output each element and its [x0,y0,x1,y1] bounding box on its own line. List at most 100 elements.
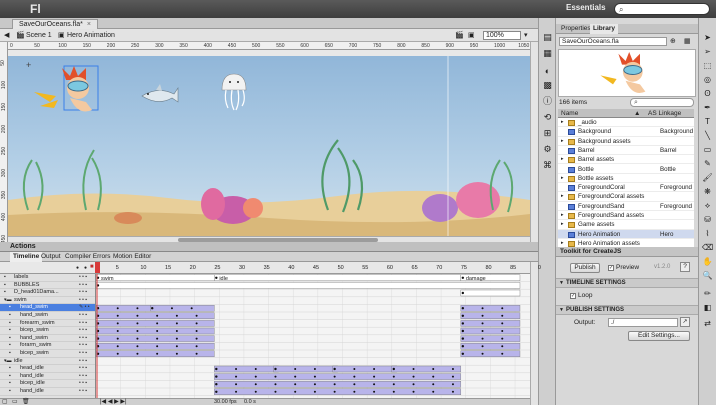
layer-row[interactable]: ▾▬ idle • • ▪ [0,358,95,366]
output-path-field[interactable]: ./ [608,318,678,327]
fill-color-icon[interactable]: ◧ [702,302,713,313]
publish-settings-section[interactable]: ▼ PUBLISH SETTINGS [556,305,698,315]
layer-row[interactable]: ▪ D_head01Dama... • • ▪ [0,289,95,297]
tab-motion-editor[interactable]: Motion Editor [110,252,154,262]
layer-toggles[interactable]: • • ▪ [79,312,87,320]
edit-settings-button[interactable]: Edit Settings... [628,331,690,341]
library-item[interactable]: ForegroundSand Foreground [558,202,694,211]
layer-row[interactable]: ▪ labels • • ▪ [0,274,95,282]
column-linkage[interactable]: AS Linkage [648,109,681,118]
library-search-input[interactable]: ⌕ [630,98,694,107]
library-item[interactable]: Barrel Barrel [558,146,694,156]
bone-tool-icon[interactable]: ⟡ [702,200,713,211]
new-layer-icon[interactable]: ▢ [2,398,8,405]
preview-checkbox[interactable]: ✓ [608,265,614,271]
sort-arrow-icon[interactable]: ▲ [634,109,640,118]
tab-properties[interactable]: Properties [558,24,594,34]
layer-row[interactable]: ▪ forearm_swim • • ▪ [0,320,95,328]
layer-row[interactable]: ▪ bicep_swim • • ▪ [0,327,95,335]
expand-arrow-icon[interactable]: ▸ [561,155,564,164]
expand-arrow-icon[interactable]: ▸ [561,211,564,220]
breadcrumb-scene[interactable]: Scene 1 [26,31,52,40]
help-search-input[interactable]: ⌕ [614,3,710,15]
browse-icon[interactable]: ↗ [680,317,690,327]
components-panel-icon[interactable]: ⚙ [542,144,553,155]
library-item[interactable]: ▸ ForegroundSand assets [558,211,694,221]
loop-checkbox[interactable]: ✓ [570,293,576,299]
layer-toggles[interactable]: • • ▪ [79,365,87,373]
code-snippets-icon[interactable]: ⌘ [542,160,553,171]
expand-arrow-icon[interactable]: ▸ [561,137,564,146]
playhead[interactable] [95,262,100,273]
layer-toggles[interactable]: • • ▪ [79,335,87,343]
pen-tool-icon[interactable]: ✒ [702,102,713,113]
library-item[interactable]: ▸ ForegroundCoral assets [558,192,694,202]
layer-toggles[interactable]: • • ▪ [79,342,87,350]
library-item[interactable]: ▸ Background assets [558,137,694,146]
library-item[interactable]: ForegroundCoral Foreground [558,183,694,193]
column-name[interactable]: Name [561,109,578,118]
selection-tool-icon[interactable]: ➤ [702,32,713,43]
library-item[interactable]: Background Background [558,127,694,137]
expand-arrow-icon[interactable]: ▸ [561,174,564,183]
outline-icon[interactable]: ■ [90,264,94,270]
stage-canvas[interactable]: + [8,50,530,236]
tab-output[interactable]: Output [38,252,64,262]
toolkit-panel-title[interactable]: Toolkit for CreateJS [556,247,698,257]
expand-arrow-icon[interactable]: ▸ [561,118,564,127]
eyedropper-tool-icon[interactable]: ⌇ [702,228,713,239]
tab-compiler-errors[interactable]: Compiler Errors [62,252,114,262]
playback-controls[interactable]: |◀ ◀ ▶ ▶| [100,398,127,405]
help-button[interactable]: ? [680,262,690,272]
publish-button[interactable]: Publish [570,263,600,273]
eye-icon[interactable]: ● [76,265,79,271]
layer-row[interactable]: ▾▬ swim • • ▪ [0,297,95,305]
rectangle-tool-icon[interactable]: ▭ [702,144,713,155]
pencil-tool-icon[interactable]: ✎ [702,158,713,169]
stage-vertical-scrollbar[interactable] [530,42,538,242]
layer-row[interactable]: ▪ hand_swim • • ▪ [0,312,95,320]
zoom-select[interactable]: 100% [483,31,521,40]
library-item[interactable]: ▸ Bottle assets [558,174,694,184]
library-item[interactable]: ▸ Game assets [558,220,694,230]
edit-scene-icon[interactable]: 🎬 [455,31,464,40]
timeline-frames-grid[interactable]: swim idle damage [96,274,530,398]
layer-row[interactable]: ▪ hand_swim • • ▪ [0,335,95,343]
layer-toggles[interactable]: • • ▪ [79,320,87,328]
align-panel-icon[interactable]: ⊞ [542,128,553,139]
layer-row[interactable]: ▪ hand_idle • • ▪ [0,373,95,381]
layer-toggles[interactable]: • • ▪ [79,297,87,305]
color-panel-icon[interactable]: ◐ [542,66,553,77]
tab-library[interactable]: Library [590,24,619,34]
layer-row[interactable]: ▪ head_idle • • ▪ [0,365,95,373]
new-library-icon[interactable]: ▦ [684,37,691,45]
layer-toggles[interactable]: • • ▪ [79,327,87,335]
layer-row[interactable]: ▪ forarm_swim • • ▪ [0,342,95,350]
paint-bucket-tool-icon[interactable]: ⛁ [702,214,713,225]
library-item[interactable]: ▸ _audio [558,118,694,128]
back-arrow-icon[interactable]: ◀ [4,31,9,40]
timeline-frame-header[interactable]: ● ● ■ 1510152025303540455055606570758085… [0,262,618,274]
breadcrumb-symbol[interactable]: Hero Animation [67,31,115,40]
deco-tool-icon[interactable]: ❋ [702,186,713,197]
layer-toggles[interactable]: • • ▪ [79,350,87,358]
expand-arrow-icon[interactable]: ▸ [561,192,564,201]
info-panel-icon[interactable]: ⓘ [542,96,553,107]
layer-row[interactable]: ▪ hand_idle • • ▪ [0,388,95,396]
hand-tool-icon[interactable]: ✋ [702,256,713,267]
new-folder-icon[interactable]: ▭ [12,398,18,405]
document-tab[interactable]: SaveOurOceans.fla* × [12,19,98,29]
layer-toggles[interactable]: • • ▪ [79,388,87,396]
swatches-panel-icon[interactable]: ▩ [542,80,553,91]
layer-toggles[interactable]: • • ▪ [79,380,87,388]
layer-toggles[interactable]: • • ▪ [79,289,87,297]
pin-icon[interactable]: ⊕ [670,37,676,45]
library-item[interactable]: Bottle Bottle [558,165,694,174]
layer-toggles[interactable]: • • ▪ [79,274,87,282]
properties-panel-icon[interactable]: ▤ [542,32,553,43]
timeline-settings-section[interactable]: ▼ TIMELINE SETTINGS [556,278,698,288]
stroke-color-icon[interactable]: ✏ [702,288,713,299]
close-icon[interactable]: × [87,21,91,28]
expand-arrow-icon[interactable]: ▸ [561,220,564,229]
3d-rotation-tool-icon[interactable]: ◎ [702,74,713,85]
